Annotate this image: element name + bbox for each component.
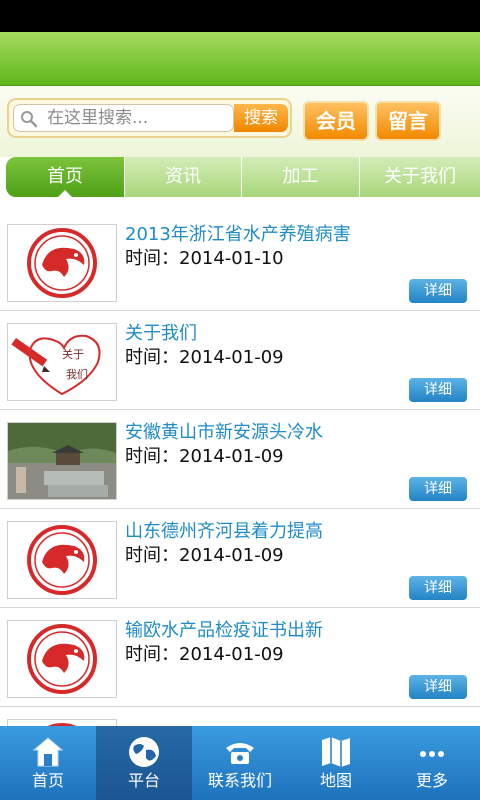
nav-home-label: 首页 bbox=[31, 771, 64, 790]
list-item[interactable]: 安徽黄山市新安源头冷水 时间：2014-01-09 详细 bbox=[0, 410, 480, 509]
detail-button[interactable]: 详细 bbox=[409, 477, 467, 501]
detail-button[interactable]: 详细 bbox=[409, 675, 467, 699]
nav-more-label: 更多 bbox=[415, 771, 448, 790]
article-list: 2013年浙江省水产养殖病害 时间：2014-01-10 详细 关于 我们 关于… bbox=[0, 212, 480, 726]
tab-active-pointer bbox=[58, 190, 72, 197]
tab-processing[interactable]: 加工 bbox=[242, 157, 360, 197]
home-icon bbox=[32, 737, 64, 767]
detail-button[interactable]: 详细 bbox=[409, 279, 467, 303]
list-item-partial[interactable] bbox=[0, 707, 480, 726]
search-box: 在这里搜索... 搜索 bbox=[7, 98, 292, 138]
nav-map[interactable]: 地图 bbox=[288, 726, 384, 800]
nav-contact-us-label: 联系我们 bbox=[207, 771, 272, 790]
item-title[interactable]: 山东德州齐河县着力提高 bbox=[125, 521, 323, 543]
item-date: 2014-01-10 bbox=[179, 248, 284, 269]
nav-platform-label: 平台 bbox=[127, 771, 160, 790]
item-time: 时间：2014-01-09 bbox=[125, 347, 284, 369]
app-header bbox=[0, 32, 480, 86]
tab-bar: 首页 资讯 加工 关于我们 bbox=[6, 157, 480, 197]
nav-platform[interactable]: 平台 bbox=[96, 726, 192, 800]
list-item[interactable]: 输欧水产品检疫证书出新 时间：2014-01-09 详细 bbox=[0, 608, 480, 707]
tab-about-us[interactable]: 关于我们 bbox=[360, 157, 480, 197]
map-icon bbox=[322, 737, 350, 767]
detail-button[interactable]: 详细 bbox=[409, 576, 467, 600]
time-label: 时间： bbox=[125, 644, 179, 665]
search-icon bbox=[21, 111, 38, 128]
nav-more[interactable]: 更多 bbox=[384, 726, 480, 800]
item-title[interactable]: 输欧水产品检疫证书出新 bbox=[125, 620, 323, 642]
item-title[interactable]: 安徽黄山市新安源头冷水 bbox=[125, 422, 323, 444]
time-label: 时间： bbox=[125, 545, 179, 566]
phone-icon bbox=[226, 743, 254, 764]
red-fish-logo-icon bbox=[7, 719, 117, 726]
nav-contact-us[interactable]: 联系我们 bbox=[192, 726, 288, 800]
time-label: 时间： bbox=[125, 347, 179, 368]
member-button[interactable]: 会员 bbox=[303, 101, 369, 141]
list-item[interactable]: 2013年浙江省水产养殖病害 时间：2014-01-10 详细 bbox=[0, 212, 480, 311]
red-fish-logo-icon bbox=[7, 620, 117, 698]
item-date: 2014-01-09 bbox=[179, 347, 284, 368]
list-item[interactable]: 关于 我们 关于我们 时间：2014-01-09 详细 bbox=[0, 311, 480, 410]
item-date: 2014-01-09 bbox=[179, 644, 284, 665]
tab-news[interactable]: 资讯 bbox=[125, 157, 242, 197]
svg-text:我们: 我们 bbox=[66, 367, 88, 381]
item-time: 时间：2014-01-09 bbox=[125, 446, 284, 468]
svg-text:关于: 关于 bbox=[62, 347, 84, 361]
bottom-nav: 首页 平台 联系我们 地图 更多 bbox=[0, 726, 480, 800]
time-label: 时间： bbox=[125, 446, 179, 467]
detail-button[interactable]: 详细 bbox=[409, 378, 467, 402]
fish-pond-photo-icon bbox=[7, 422, 117, 500]
item-date: 2014-01-09 bbox=[179, 446, 284, 467]
search-bar: 在这里搜索... 搜索 会员 留言 bbox=[0, 87, 480, 157]
message-button[interactable]: 留言 bbox=[375, 101, 441, 141]
time-label: 时间： bbox=[125, 248, 179, 269]
globe-icon bbox=[129, 737, 159, 767]
red-fish-logo-icon bbox=[7, 521, 117, 599]
search-input[interactable]: 在这里搜索... bbox=[13, 104, 234, 132]
nav-home[interactable]: 首页 bbox=[0, 726, 96, 800]
item-date: 2014-01-09 bbox=[179, 545, 284, 566]
item-time: 时间：2014-01-09 bbox=[125, 644, 284, 666]
item-time: 时间：2014-01-09 bbox=[125, 545, 284, 567]
nav-map-label: 地图 bbox=[319, 771, 352, 790]
more-icon bbox=[420, 751, 444, 757]
item-title[interactable]: 关于我们 bbox=[125, 323, 197, 345]
search-placeholder: 在这里搜索... bbox=[47, 108, 149, 128]
status-bar bbox=[0, 0, 480, 32]
item-time: 时间：2014-01-10 bbox=[125, 248, 284, 270]
search-button[interactable]: 搜索 bbox=[234, 104, 288, 132]
list-item[interactable]: 山东德州齐河县着力提高 时间：2014-01-09 详细 bbox=[0, 509, 480, 608]
pencil-heart-icon: 关于 我们 bbox=[7, 323, 117, 401]
red-fish-logo-icon bbox=[7, 224, 117, 302]
item-title[interactable]: 2013年浙江省水产养殖病害 bbox=[125, 224, 351, 246]
